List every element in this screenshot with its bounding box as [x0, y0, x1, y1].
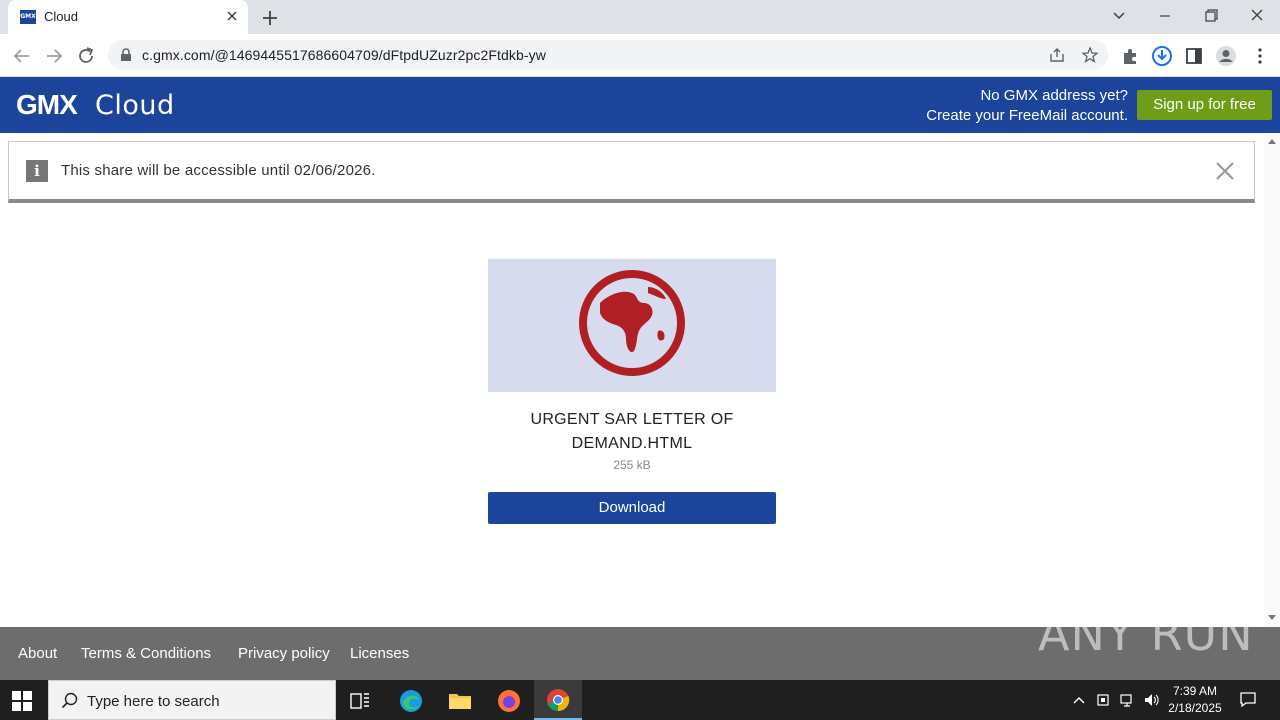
tab-search-icon[interactable]: [1107, 6, 1131, 26]
download-icon[interactable]: [1151, 45, 1173, 67]
download-button[interactable]: Download: [488, 492, 776, 524]
gmx-favicon-icon: GMX: [20, 10, 36, 24]
close-icon[interactable]: [1214, 160, 1236, 182]
signup-button[interactable]: Sign up for free: [1137, 90, 1272, 120]
edge-icon[interactable]: [398, 688, 424, 714]
scroll-up-icon[interactable]: [1268, 139, 1276, 144]
browser-toolbar: c.gmx.com/@1469445517686604709/dFtpdUZuz…: [0, 34, 1280, 77]
windows-taskbar: Type here to search 7:39 AM 2/18/2025: [0, 680, 1280, 720]
product-name: Cloud: [95, 90, 175, 121]
file-name-line-1: URGENT SAR LETTER OF: [530, 411, 734, 428]
network-icon[interactable]: [1119, 692, 1135, 708]
tray-device-icon[interactable]: [1095, 692, 1111, 708]
search-icon: [61, 692, 78, 709]
footer-link-about[interactable]: About: [18, 645, 57, 662]
file-thumbnail: [488, 259, 776, 392]
tab-title: Cloud: [44, 9, 78, 24]
info-icon: i: [26, 160, 48, 182]
bookmark-star-icon[interactable]: [1081, 46, 1099, 64]
anyrun-watermark: ANY RUN: [1038, 607, 1254, 661]
taskbar-search-box[interactable]: Type here to search: [48, 680, 336, 720]
browser-tab[interactable]: GMX Cloud: [8, 0, 248, 34]
profile-icon[interactable]: [1215, 45, 1237, 67]
extensions-icon[interactable]: [1119, 45, 1141, 67]
menu-kebab-icon[interactable]: [1249, 45, 1271, 67]
footer-link-licenses[interactable]: Licenses: [350, 645, 409, 662]
footer-link-terms[interactable]: Terms & Conditions: [81, 645, 211, 662]
search-placeholder: Type here to search: [87, 693, 220, 710]
clock-date: 2/18/2025: [1168, 701, 1222, 715]
footer-link-privacy[interactable]: Privacy policy: [238, 645, 330, 662]
chrome-icon: [547, 689, 570, 712]
file-size: 255 kB: [613, 458, 651, 472]
lock-icon[interactable]: [120, 48, 132, 62]
scroll-down-icon[interactable]: [1268, 615, 1276, 620]
back-icon[interactable]: [11, 45, 33, 67]
gmx-logo[interactable]: GMX: [16, 89, 78, 121]
file-name-line-2: DEMAND.HTML: [571, 435, 693, 452]
taskbar-clock[interactable]: 7:39 AM 2/18/2025: [1160, 683, 1230, 717]
tab-close-icon[interactable]: [224, 8, 240, 24]
page-scrollbar[interactable]: [1264, 133, 1280, 627]
share-icon[interactable]: [1048, 46, 1066, 64]
file-name: URGENT SAR LETTER OF DEMAND.HTML: [488, 408, 776, 456]
globe-icon: [579, 270, 685, 376]
new-tab-icon[interactable]: [260, 8, 280, 28]
forward-icon[interactable]: [43, 45, 65, 67]
file-explorer-icon[interactable]: [447, 688, 473, 714]
task-view-icon[interactable]: [347, 688, 373, 714]
taskbar-chrome-active[interactable]: [534, 680, 582, 720]
promo-line-2: Create your FreeMail account.: [926, 107, 1128, 124]
notification-icon[interactable]: [1239, 690, 1257, 708]
address-bar[interactable]: c.gmx.com/@1469445517686604709/dFtpdUZuz…: [108, 40, 1108, 70]
signup-promo: No GMX address yet? Create your FreeMail…: [926, 86, 1128, 126]
reload-icon[interactable]: [75, 45, 97, 67]
restore-icon[interactable]: [1199, 6, 1223, 26]
clock-time: 7:39 AM: [1172, 684, 1218, 698]
browser-tab-bar: GMX Cloud: [0, 0, 1280, 34]
window-close-icon[interactable]: [1245, 6, 1269, 26]
promo-line-1: No GMX address yet?: [980, 87, 1128, 104]
firefox-icon[interactable]: [496, 688, 522, 714]
share-expiry-notice: i This share will be accessible until 02…: [8, 141, 1255, 203]
notice-text: This share will be accessible until 02/0…: [61, 162, 376, 179]
tray-chevron-icon[interactable]: [1071, 692, 1087, 708]
side-panel-icon[interactable]: [1183, 45, 1205, 67]
url-text[interactable]: c.gmx.com/@1469445517686604709/dFtpdUZuz…: [142, 47, 546, 63]
minimize-icon[interactable]: [1153, 6, 1177, 26]
volume-icon[interactable]: [1143, 692, 1159, 708]
windows-start-icon[interactable]: [12, 691, 32, 711]
gmx-header: GMX Cloud No GMX address yet? Create you…: [0, 77, 1280, 133]
